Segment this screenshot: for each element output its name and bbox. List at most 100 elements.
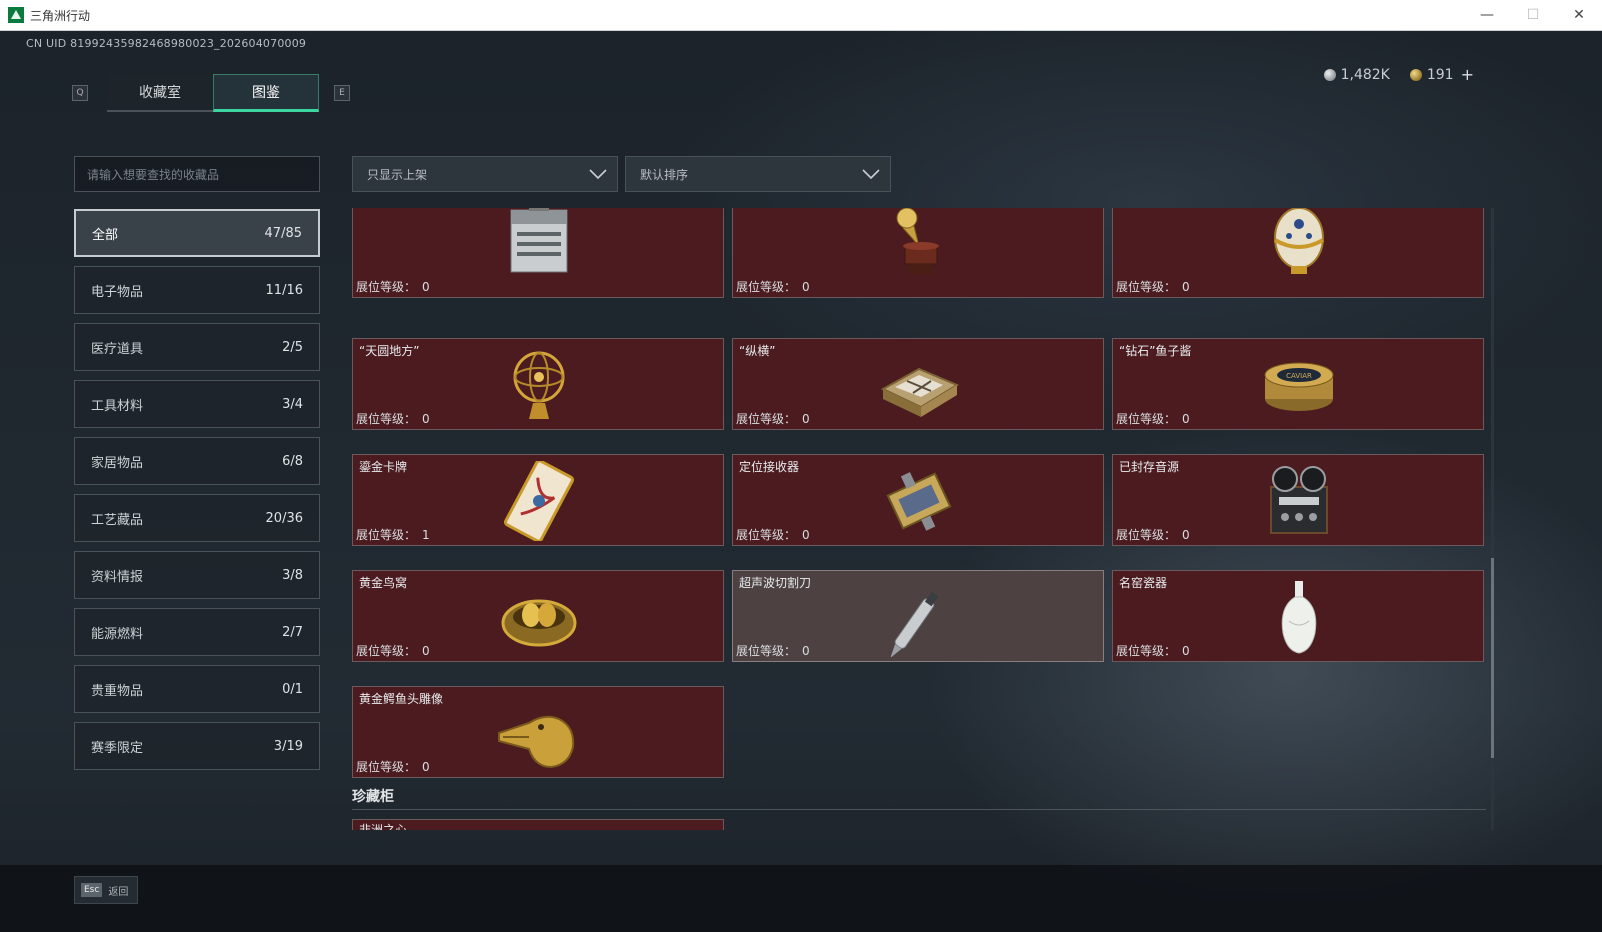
category-count: 6/8 — [282, 453, 303, 469]
gilded-card-icon — [503, 461, 575, 541]
item-card-golden-nest[interactable]: 黄金鸟窝 展位等级： 0 — [352, 570, 724, 662]
item-name: 鎏金卡牌 — [359, 460, 408, 474]
back-button[interactable]: Esc 返回 — [74, 876, 138, 904]
item-level: 展位等级： 0 — [356, 760, 430, 774]
category-intel[interactable]: 资料情报 3/8 — [74, 551, 320, 599]
item-card-receiver[interactable]: 定位接收器 展位等级： 0 — [732, 454, 1104, 546]
item-level: 展位等级： 1 — [356, 528, 430, 542]
category-label: 工具材料 — [91, 398, 144, 414]
window-title: 三角洲行动 — [30, 8, 91, 23]
svg-text:CAVIAR: CAVIAR — [1286, 372, 1312, 380]
category-label: 家居物品 — [91, 455, 144, 471]
item-level: 展位等级： 0 — [356, 280, 430, 294]
reel-recorder-icon — [1270, 466, 1328, 534]
item-card-chessboard[interactable]: “纵横” 展位等级： 0 — [732, 338, 1104, 430]
main-tabs: 收藏室 图鉴 — [107, 74, 319, 112]
minimize-button[interactable]: — — [1464, 0, 1510, 30]
maximize-button[interactable]: ☐ — [1510, 0, 1556, 30]
esc-key-hint: Esc — [81, 883, 103, 897]
category-energy[interactable]: 能源燃料 2/7 — [74, 608, 320, 656]
item-level: 展位等级： 0 — [356, 644, 430, 658]
item-card-caviar[interactable]: “钻石”鱼子酱 CAVIAR 展位等级： 0 — [1112, 338, 1484, 430]
item-name: “天圆地方” — [359, 344, 420, 358]
category-medical[interactable]: 医疗道具 2/5 — [74, 323, 320, 371]
category-electronics[interactable]: 电子物品 11/16 — [74, 266, 320, 314]
item-name: 超声波切割刀 — [739, 576, 812, 590]
category-tools[interactable]: 工具材料 3/4 — [74, 380, 320, 428]
porcelain-vase-icon — [1281, 581, 1317, 654]
category-label: 贵重物品 — [91, 683, 144, 699]
sort-dropdown[interactable]: 默认排序 — [625, 156, 891, 192]
item-card-peek[interactable]: 非洲之心 — [352, 819, 724, 830]
next-tab-key-hint[interactable]: E — [334, 85, 350, 101]
item-name: 黄金鳄鱼头雕像 — [359, 692, 444, 706]
category-count: 0/1 — [282, 681, 303, 697]
item-card-gilded-card[interactable]: 鎏金卡牌 展位等级： 1 — [352, 454, 724, 546]
caviar-tin-icon: CAVIAR — [1264, 362, 1334, 411]
section-divider — [352, 809, 1486, 810]
category-household[interactable]: 家居物品 6/8 — [74, 437, 320, 485]
category-count: 3/4 — [282, 396, 303, 412]
category-valuables[interactable]: 贵重物品 0/1 — [74, 665, 320, 713]
item-card-gramophone[interactable]: 展位等级： 0 — [732, 208, 1104, 298]
prev-tab-key-hint[interactable]: Q — [72, 85, 88, 101]
category-label: 医疗道具 — [91, 341, 144, 357]
item-name: 定位接收器 — [739, 460, 800, 474]
item-level: 展位等级： 0 — [1116, 412, 1190, 426]
item-name: “纵横” — [739, 344, 776, 358]
item-name: 已封存音源 — [1119, 460, 1180, 474]
item-card-gold-crocodile[interactable]: 黄金鳄鱼头雕像 展位等级： 0 — [352, 686, 724, 778]
item-card-reel-recorder[interactable]: 已封存音源 展位等级： 0 — [1112, 454, 1484, 546]
chevron-down-icon — [862, 169, 880, 180]
sort-value: 默认排序 — [640, 167, 689, 182]
item-name: 黄金鸟窝 — [359, 576, 408, 590]
category-count: 47/85 — [264, 225, 302, 241]
category-seasonal[interactable]: 赛季限定 3/19 — [74, 722, 320, 770]
jeweled-egg-icon — [1273, 208, 1325, 274]
tab-collection-room[interactable]: 收藏室 — [107, 74, 213, 112]
search-input[interactable]: 请输入想要查找的收藏品 — [74, 156, 320, 192]
category-list: 全部 47/85 电子物品 11/16 医疗道具 2/5 工具材料 3/4 家居物品 6/… — [74, 209, 320, 779]
category-count: 11/16 — [265, 282, 303, 298]
item-name: 非洲之心 — [359, 823, 408, 830]
golden-nest-icon — [501, 599, 577, 647]
shelf-filter-dropdown[interactable]: 只显示上架 — [352, 156, 618, 192]
item-card-ultrasonic-knife[interactable]: 超声波切割刀 展位等级： 0 — [732, 570, 1104, 662]
item-card-porcelain-vase[interactable]: 名窑瓷器 展位等级： 0 — [1112, 570, 1484, 662]
item-card-battery[interactable]: 展位等级： 0 — [352, 208, 724, 298]
tab-catalog[interactable]: 图鉴 — [213, 74, 319, 112]
gold-crocodile-icon — [498, 715, 575, 769]
window-controls: — ☐ ✕ — [1464, 0, 1602, 30]
category-count: 2/5 — [282, 339, 303, 355]
player-uid: CN UID 819924359824689800​23_20260407000… — [26, 37, 307, 50]
item-level: 展位等级： 0 — [736, 528, 810, 542]
category-label: 电子物品 — [91, 284, 144, 300]
item-level: 展位等级： 0 — [1116, 644, 1190, 658]
add-currency-button[interactable]: + — [1461, 65, 1474, 84]
close-button[interactable]: ✕ — [1556, 0, 1602, 30]
chessboard-icon — [880, 367, 960, 417]
armillary-sphere-icon — [513, 351, 565, 419]
item-card-jeweled-egg[interactable]: 展位等级： 0 — [1112, 208, 1484, 298]
item-level: 展位等级： 0 — [736, 412, 810, 426]
battery-icon — [510, 208, 568, 273]
item-level: 展位等级： 0 — [736, 280, 810, 294]
item-level: 展位等级： 0 — [1116, 528, 1190, 542]
category-all[interactable]: 全部 47/85 — [74, 209, 320, 257]
item-card-armillary-sphere[interactable]: “天圆地方” 展位等级： 0 — [352, 338, 724, 430]
category-count: 3/19 — [273, 738, 303, 754]
item-name: 名窑瓷器 — [1119, 576, 1168, 590]
category-label: 资料情报 — [91, 569, 144, 585]
gold-currency: 191 + — [1409, 65, 1474, 84]
category-label: 赛季限定 — [91, 740, 144, 756]
item-grid: 展位等级： 0 展位等级： 0 展位等级： 0 “天圆地方” 展位等级： 0 “… — [352, 208, 1492, 830]
silver-currency: 1,482K — [1323, 67, 1390, 83]
item-level: 展位等级： 0 — [736, 644, 810, 658]
scrollbar-thumb[interactable] — [1491, 558, 1494, 758]
grid-scrollbar[interactable] — [1491, 208, 1494, 830]
currency-bar: 1,482K 191 + — [1323, 65, 1474, 84]
gold-coin-icon — [1409, 68, 1422, 81]
receiver-icon — [886, 472, 952, 531]
category-label: 能源燃料 — [91, 626, 144, 642]
category-crafts[interactable]: 工艺藏品 20/36 — [74, 494, 320, 542]
